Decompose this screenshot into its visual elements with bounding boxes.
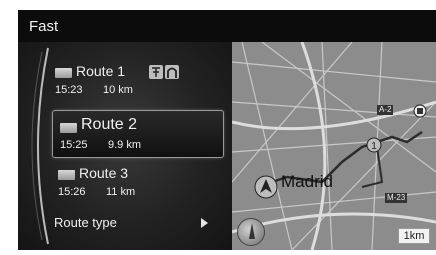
waypoint-marker-icon[interactable]: 1 (366, 137, 382, 153)
route-name: Route 3 (79, 165, 129, 181)
compass-icon[interactable] (237, 218, 265, 246)
route-time: 15:25 (60, 139, 88, 151)
route-icon (58, 170, 75, 180)
route-distance: 11 km (106, 186, 136, 198)
destination-marker-icon[interactable] (413, 104, 427, 118)
route-name: Route 1 (76, 63, 126, 79)
map-roads (232, 42, 436, 250)
road-label-m23: M-23 (385, 193, 408, 203)
route-time: 15:23 (55, 84, 83, 96)
map-view[interactable]: A-2 M-23 1 Madrid 1km (232, 42, 436, 250)
route-icon (55, 68, 72, 78)
route-list-panel: Route 1 15:23 10 km Route 2 15:25 9.9 km… (18, 42, 232, 250)
current-position-icon (254, 175, 278, 199)
road-label-a2: A-2 (377, 105, 394, 115)
navigation-screen: Fast Route 1 15:23 10 km Route 2 15:25 9… (18, 10, 436, 250)
route-icon (60, 123, 77, 133)
route-distance: 9.9 km (108, 139, 142, 151)
route-name: Route 2 (81, 116, 138, 133)
route-type-label[interactable]: Route type (54, 215, 117, 230)
title-bar: Fast (18, 10, 436, 42)
screen-title: Fast (29, 18, 59, 35)
chevron-right-icon[interactable] (201, 218, 208, 228)
map-scale-button[interactable]: 1km (398, 228, 430, 244)
svg-text:1: 1 (371, 141, 377, 152)
route-distance: 10 km (103, 84, 133, 96)
tunnel-icon (165, 65, 179, 79)
toll-road-icon (149, 65, 163, 79)
city-label: Madrid (281, 172, 333, 191)
route-time: 15:26 (58, 186, 86, 198)
